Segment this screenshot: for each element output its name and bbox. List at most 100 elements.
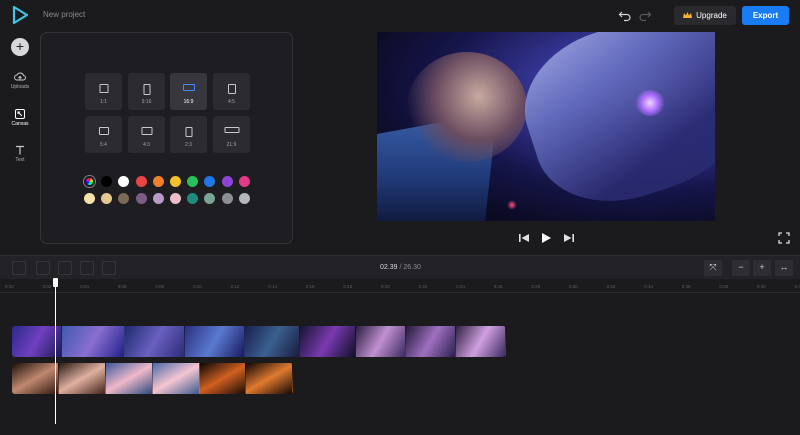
time-separator: / [399,264,402,271]
ruler-tick-label: 0:26 [493,284,503,289]
ratio-label: 1:1 [100,99,107,105]
nav-text[interactable]: Text [0,145,40,163]
nav-label-canvas: Canvas [11,121,29,127]
color-swatch[interactable] [238,176,250,187]
ratio-option-5x4[interactable]: 5:4 [85,116,122,153]
delete-icon[interactable] [102,261,116,275]
ruler-tick-label: 0:40 [757,284,766,289]
ruler-tick-label: 0:14 [268,284,277,289]
color-swatch[interactable] [101,193,113,204]
video-track-clip-1[interactable] [12,326,506,357]
preview-light [635,90,665,116]
ratio-shape-icon [98,127,109,135]
color-swatch[interactable] [204,193,216,204]
color-swatch[interactable] [187,176,199,187]
ruler-tick-label: 0:02 [42,284,52,289]
ruler-tick-label: 0:38 [719,284,729,289]
ratio-option-4x5[interactable]: 4:5 [213,73,250,110]
zoom-out-button[interactable]: − [732,260,750,276]
skip-forward-icon[interactable] [562,231,576,245]
redo-icon[interactable] [638,8,652,22]
nav-label-text: Text [15,157,25,163]
ruler-tick-label: 0:20 [381,284,390,289]
ruler-tick-label: 0:34 [644,284,653,289]
ratio-label: 4:5 [228,99,235,105]
color-swatch[interactable] [118,176,130,187]
ruler-tick-label: 0:30 [569,284,578,289]
color-swatch[interactable] [187,193,199,204]
fullscreen-icon[interactable] [778,232,790,244]
fit-icon[interactable]: ⤧ [704,260,722,276]
ratio-shape-icon [185,127,192,137]
color-swatch[interactable] [135,193,147,204]
align-bottom-icon[interactable] [58,261,72,275]
export-button[interactable]: Export [742,6,789,25]
timeline-toolbar: 02.39 / 26.30 ⤧ − + ↔ [0,255,800,279]
ruler-tick-label: 0:32 [606,284,616,289]
ratio-option-9x16[interactable]: 9:16 [128,73,165,110]
ratio-shape-icon [224,127,239,133]
preview-guitar [506,32,715,221]
ratio-label: 5:4 [100,142,107,148]
add-button[interactable]: + [11,38,29,56]
plus-icon: + [15,38,25,54]
color-swatch[interactable] [118,193,130,204]
color-picker-icon[interactable] [84,176,95,187]
color-swatch[interactable] [152,193,164,204]
ruler-tick-label: 0:08 [155,284,165,289]
expand-icon[interactable]: ↔ [775,260,793,276]
canvas-panel: 1:1 9:16 16:9 4:5 5:4 4:3 2:3 21:9 [40,32,293,244]
ratio-shape-icon [141,127,152,135]
ratio-option-2x3[interactable]: 2:3 [170,116,207,153]
canvas-icon [15,109,25,119]
align-top-icon[interactable] [80,261,94,275]
skip-back-icon[interactable] [517,231,531,245]
color-swatch[interactable] [101,176,113,187]
ratio-label: 2:3 [185,142,192,148]
ratio-label: 21:9 [226,142,237,148]
ratio-shape-icon [227,84,236,94]
ratio-option-21x9[interactable]: 21:9 [213,116,250,153]
preview-red-light [507,200,517,210]
color-swatch[interactable] [135,176,147,187]
split-icon[interactable] [12,261,26,275]
ruler-tick-label: 0:18 [343,284,353,289]
ratio-option-1x1[interactable]: 1:1 [85,73,122,110]
ruler-divider [0,292,800,293]
ruler-tick-label: 0:42 [794,284,800,289]
ruler-tick-label: 0:00 [5,284,14,289]
ruler-tick-label: 0:12 [230,284,240,289]
ratio-label: 9:16 [141,99,152,105]
color-swatch[interactable] [84,193,95,204]
video-preview[interactable] [377,32,715,221]
nav-uploads[interactable]: Uploads [0,72,40,90]
color-swatch[interactable] [221,193,233,204]
logo-icon[interactable] [12,6,28,24]
project-title[interactable]: New project [43,10,85,19]
ruler-tick-label: 0:28 [531,284,541,289]
color-swatch[interactable] [221,176,233,187]
ratio-option-4x3[interactable]: 4:3 [128,116,165,153]
color-swatch[interactable] [238,193,250,204]
ratio-shape-icon [99,84,108,93]
color-swatch[interactable] [152,176,164,187]
color-swatch[interactable] [204,176,216,187]
nav-canvas[interactable]: Canvas [0,109,40,127]
duplicate-icon[interactable] [36,261,50,275]
undo-icon[interactable] [618,8,632,22]
preview-hand [407,52,527,162]
play-icon[interactable] [539,231,553,245]
zoom-in-button[interactable]: + [753,260,771,276]
top-bar: New project Upgrade Export [0,0,800,30]
color-swatch[interactable] [170,176,181,187]
ruler-tick-label: 0:10 [193,284,202,289]
ratio-label: 16:9 [183,99,194,105]
total-time: 26.30 [403,264,421,271]
ratio-option-16x9[interactable]: 16:9 [170,73,207,110]
time-display: 02.39 / 26.30 [380,264,421,271]
upgrade-button[interactable]: Upgrade [674,6,736,25]
playhead[interactable] [55,284,56,424]
color-swatch[interactable] [170,193,181,204]
ratio-shape-icon [182,84,195,91]
ruler-tick-label: 0:04 [80,284,89,289]
